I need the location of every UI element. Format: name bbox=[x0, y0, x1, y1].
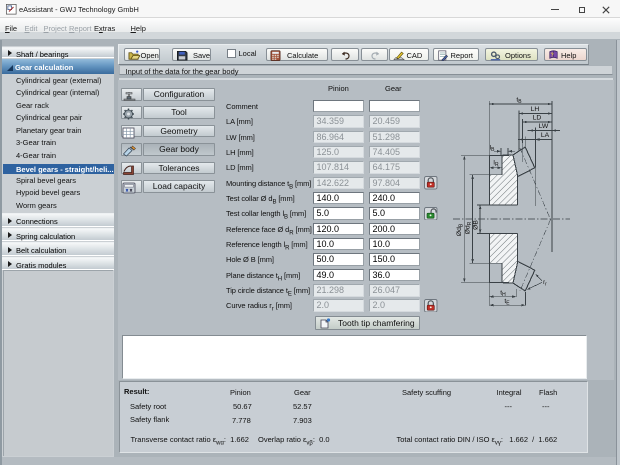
svg-text:lR: lR bbox=[493, 160, 499, 168]
svg-text:rr: rr bbox=[543, 280, 547, 287]
svg-text:lB: lB bbox=[490, 145, 496, 153]
svg-text:LA: LA bbox=[541, 132, 550, 139]
svg-text:?: ? bbox=[551, 52, 554, 58]
svg-text:tB: tB bbox=[516, 97, 522, 105]
svg-text:LH: LH bbox=[531, 106, 540, 113]
svg-text:ØdB: ØdB bbox=[456, 223, 464, 236]
svg-text:ØB: ØB bbox=[473, 220, 480, 230]
svg-text:LD: LD bbox=[533, 115, 542, 122]
svg-text:LW: LW bbox=[539, 123, 549, 130]
